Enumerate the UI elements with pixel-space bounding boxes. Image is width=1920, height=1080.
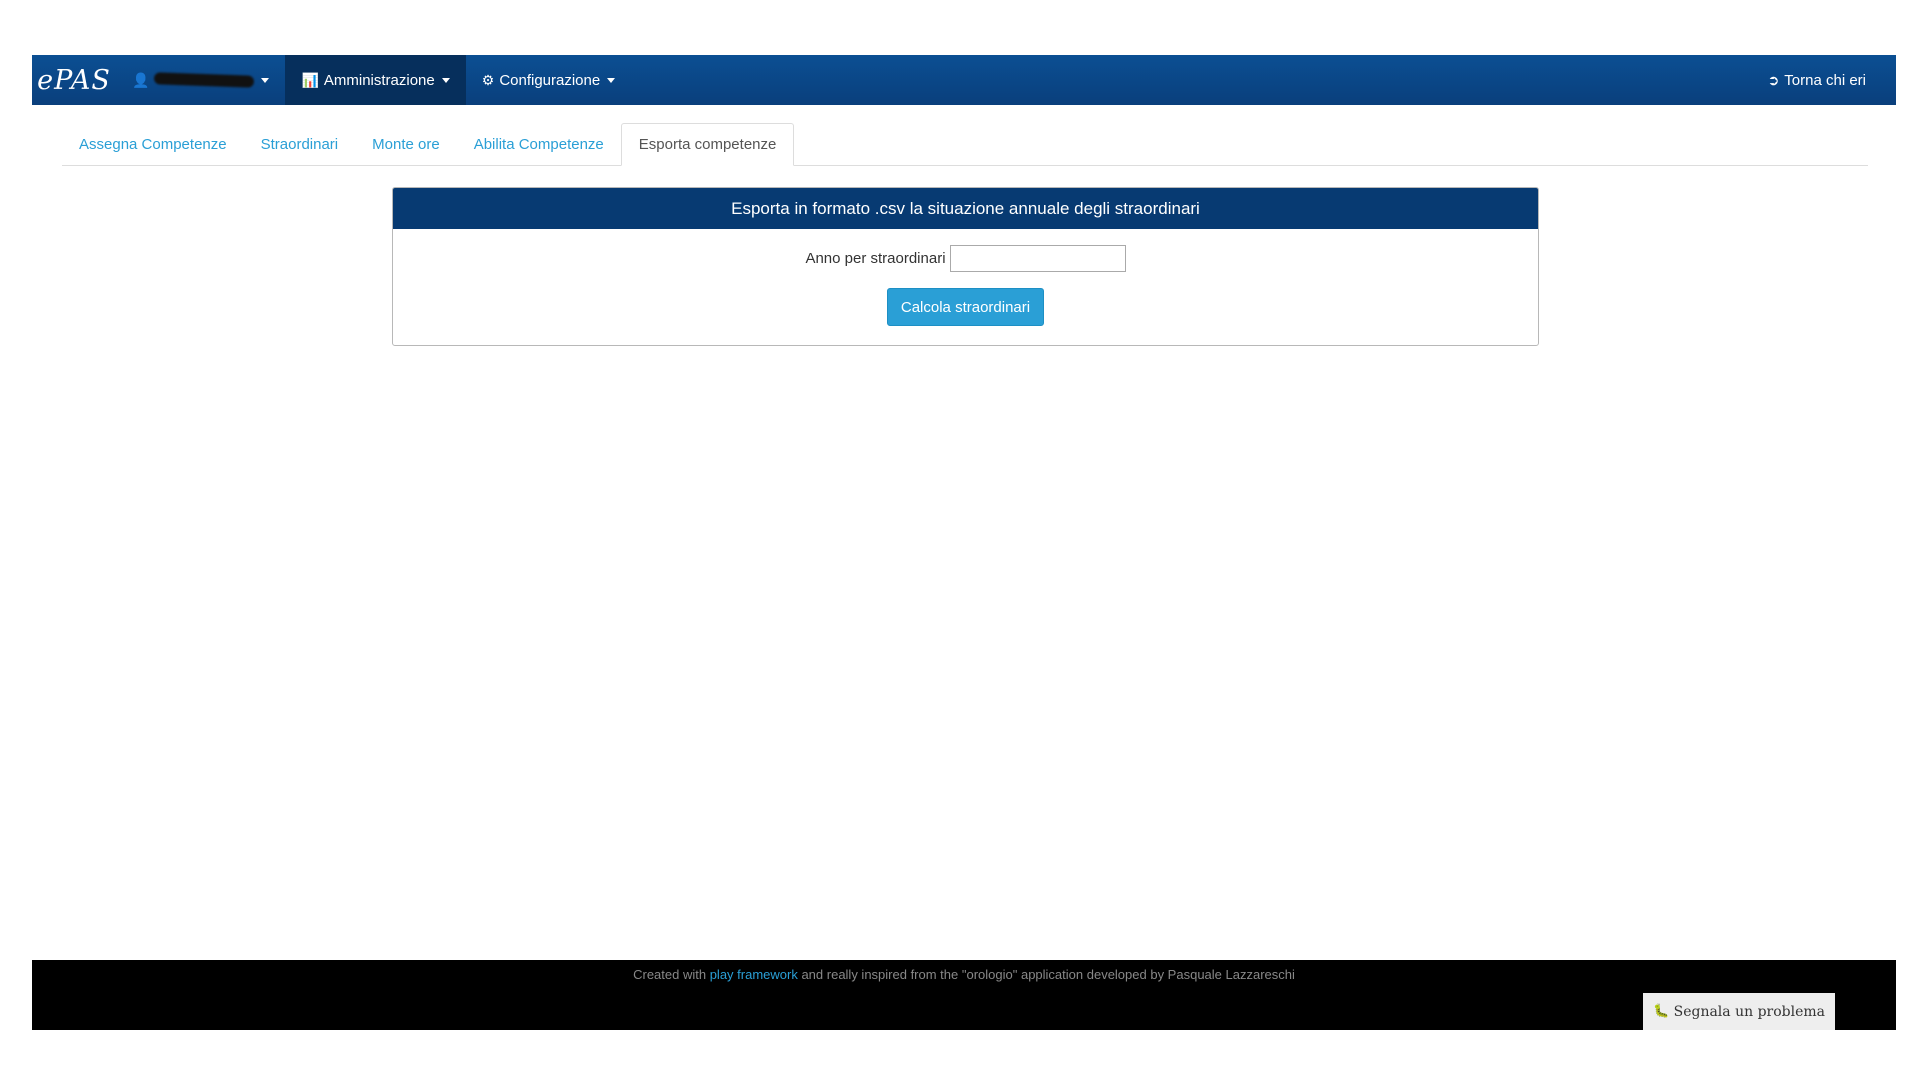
tab-abilita-competenze[interactable]: Abilita Competenze	[457, 123, 621, 165]
bug-icon: 🐛	[1653, 1004, 1670, 1019]
chevron-down-icon	[607, 77, 616, 83]
chevron-down-icon	[441, 77, 450, 83]
chevron-down-icon	[261, 77, 270, 83]
export-panel: Esporta in formato .csv la situazione an…	[392, 187, 1539, 346]
footer-prefix: Created with	[633, 967, 710, 982]
admin-menu[interactable]: 📊 Amministrazione	[285, 55, 466, 105]
admin-menu-label: Amministrazione	[323, 71, 435, 89]
back-link-label: Torna chi eri	[1784, 71, 1866, 89]
footer: Created with play framework and really i…	[32, 960, 1896, 1030]
user-menu[interactable]: 👤	[116, 55, 285, 105]
tab-esporta-competenze[interactable]: Esporta competenze	[620, 123, 795, 166]
tab-assegna-competenze[interactable]: Assegna Competenze	[62, 123, 244, 165]
calcola-straordinari-button[interactable]: Calcola straordinari	[886, 288, 1045, 326]
bar-chart-icon: 📊	[301, 71, 319, 88]
config-menu[interactable]: ⚙ Configurazione	[466, 55, 631, 105]
footer-suffix: and really inspired from the "orologio" …	[797, 967, 1295, 982]
tab-monte-ore[interactable]: Monte ore	[355, 123, 457, 165]
report-problem-button[interactable]: 🐛 Segnala un problema	[1643, 993, 1835, 1030]
play-framework-link[interactable]: play framework	[710, 967, 798, 982]
competenze-tabs: Assegna Competenze Straordinari Monte or…	[62, 123, 1868, 166]
redacted-username	[154, 72, 255, 88]
back-to-self-link[interactable]: ➲ Torna chi eri	[1752, 55, 1896, 105]
panel-title: Esporta in formato .csv la situazione an…	[393, 188, 1538, 229]
gear-icon: ⚙	[481, 71, 495, 88]
config-menu-label: Configurazione	[499, 71, 601, 89]
report-problem-label: Segnala un problema	[1673, 1003, 1825, 1020]
user-icon: 👤	[132, 71, 150, 88]
footer-credits: Created with play framework and really i…	[32, 967, 1896, 982]
year-form-row: Anno per straordinari	[393, 245, 1538, 272]
year-field-label: Anno per straordinari	[805, 250, 946, 267]
sign-out-icon: ➲	[1767, 71, 1780, 88]
tab-straordinari[interactable]: Straordinari	[244, 123, 356, 165]
year-input[interactable]	[949, 245, 1126, 272]
top-navbar: ePAS 👤 📊 Amministrazione ⚙ Configurazion…	[32, 55, 1896, 105]
brand-logo[interactable]: ePAS	[32, 55, 116, 105]
